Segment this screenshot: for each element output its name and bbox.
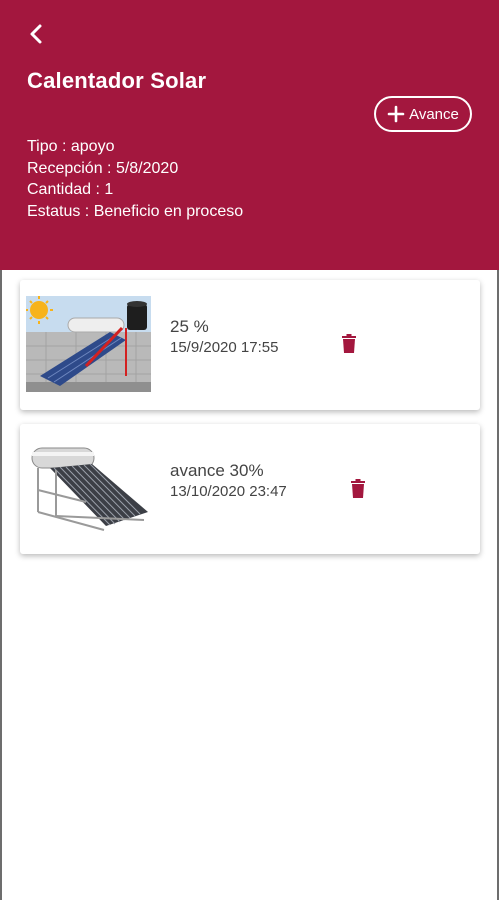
info-type: Tipo : apoyo	[27, 138, 115, 155]
page-title: Calentador Solar	[27, 68, 207, 93]
header: Calentador Solar Avance Tipo : apoyo Rec…	[0, 0, 499, 270]
trash-icon[interactable]	[337, 332, 361, 356]
add-progress-button[interactable]: Avance	[374, 96, 472, 132]
solar-heater-product-photo	[26, 440, 151, 536]
progress-card-text: avance 30% 13/10/2020 23:47	[170, 460, 287, 502]
plus-icon	[387, 105, 405, 123]
progress-card-text: 25 % 15/9/2020 17:55	[170, 316, 278, 358]
info-status: Estatus : Beneficio en proceso	[27, 202, 244, 220]
progress-title: 25 %	[170, 317, 209, 336]
progress-title: avance 30%	[170, 461, 264, 480]
add-progress-label: Avance	[409, 105, 459, 123]
progress-card[interactable]: avance 30% 13/10/2020 23:47	[20, 424, 480, 554]
chevron-left-icon	[30, 24, 42, 44]
info-reception: Recepción : 5/8/2020	[27, 159, 179, 177]
info-block: Tipo : apoyo Recepción : 5/8/2020 Cantid…	[27, 136, 243, 222]
solar-heater-rooftop-photo	[26, 296, 151, 392]
info-quantity: Cantidad : 1	[27, 181, 114, 198]
back-button[interactable]	[16, 14, 56, 54]
progress-card[interactable]: 25 % 15/9/2020 17:55	[20, 280, 480, 410]
trash-icon[interactable]	[346, 477, 370, 501]
progress-date: 13/10/2020 23:47	[170, 483, 287, 500]
progress-date: 15/9/2020 17:55	[170, 339, 279, 356]
